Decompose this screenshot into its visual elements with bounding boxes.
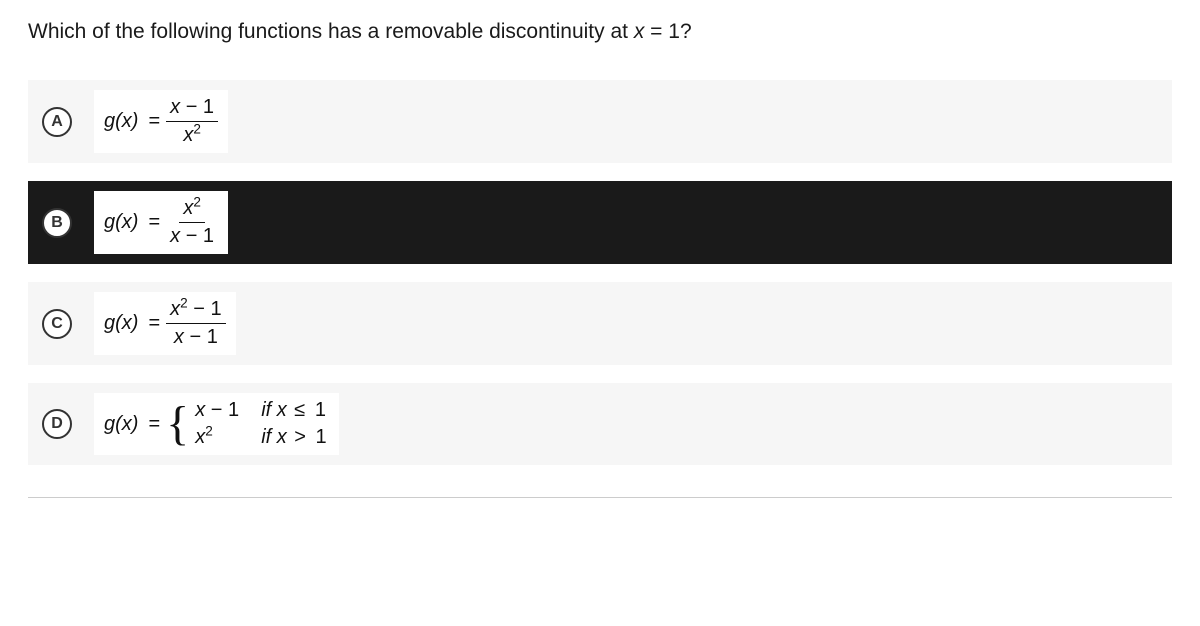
option-b-lhs: g(x)	[104, 211, 138, 234]
question-prefix: Which of the following functions has a r…	[28, 20, 634, 43]
option-d-letter: D	[42, 409, 72, 439]
equals-sign: =	[148, 413, 160, 436]
option-a-fraction: x − 1 x2	[166, 96, 218, 147]
brace-icon: {	[166, 405, 189, 443]
option-b-equation: g(x) = x2 x − 1	[94, 191, 228, 254]
option-c-equation: g(x) = x2 − 1 x − 1	[94, 292, 236, 355]
options-list: A g(x) = x − 1 x2 B g(x) = x2 x − 1 C g(…	[28, 80, 1172, 465]
option-a[interactable]: A g(x) = x − 1 x2	[28, 80, 1172, 163]
equals-sign: =	[148, 110, 160, 133]
option-b-letter: B	[42, 208, 72, 238]
question-eq: = 1?	[644, 20, 691, 43]
question-var: x	[634, 20, 645, 43]
option-c-fraction: x2 − 1 x − 1	[166, 298, 225, 349]
equals-sign: =	[148, 312, 160, 335]
option-a-letter: A	[42, 107, 72, 137]
option-d-piecewise: { x − 1 if x ≤ 1 x2 if x > 1	[166, 399, 329, 449]
option-d-equation: g(x) = { x − 1 if x ≤ 1 x2 if x > 1	[94, 393, 339, 455]
option-b[interactable]: B g(x) = x2 x − 1	[28, 181, 1172, 264]
question-text: Which of the following functions has a r…	[28, 20, 1172, 44]
option-c-letter: C	[42, 309, 72, 339]
option-d-lhs: g(x)	[104, 413, 138, 436]
equals-sign: =	[148, 211, 160, 234]
divider	[28, 497, 1172, 498]
option-a-equation: g(x) = x − 1 x2	[94, 90, 228, 153]
option-c[interactable]: C g(x) = x2 − 1 x − 1	[28, 282, 1172, 365]
option-b-fraction: x2 x − 1	[166, 197, 218, 248]
option-a-lhs: g(x)	[104, 110, 138, 133]
option-d[interactable]: D g(x) = { x − 1 if x ≤ 1 x2 if x > 1	[28, 383, 1172, 465]
option-c-lhs: g(x)	[104, 312, 138, 335]
